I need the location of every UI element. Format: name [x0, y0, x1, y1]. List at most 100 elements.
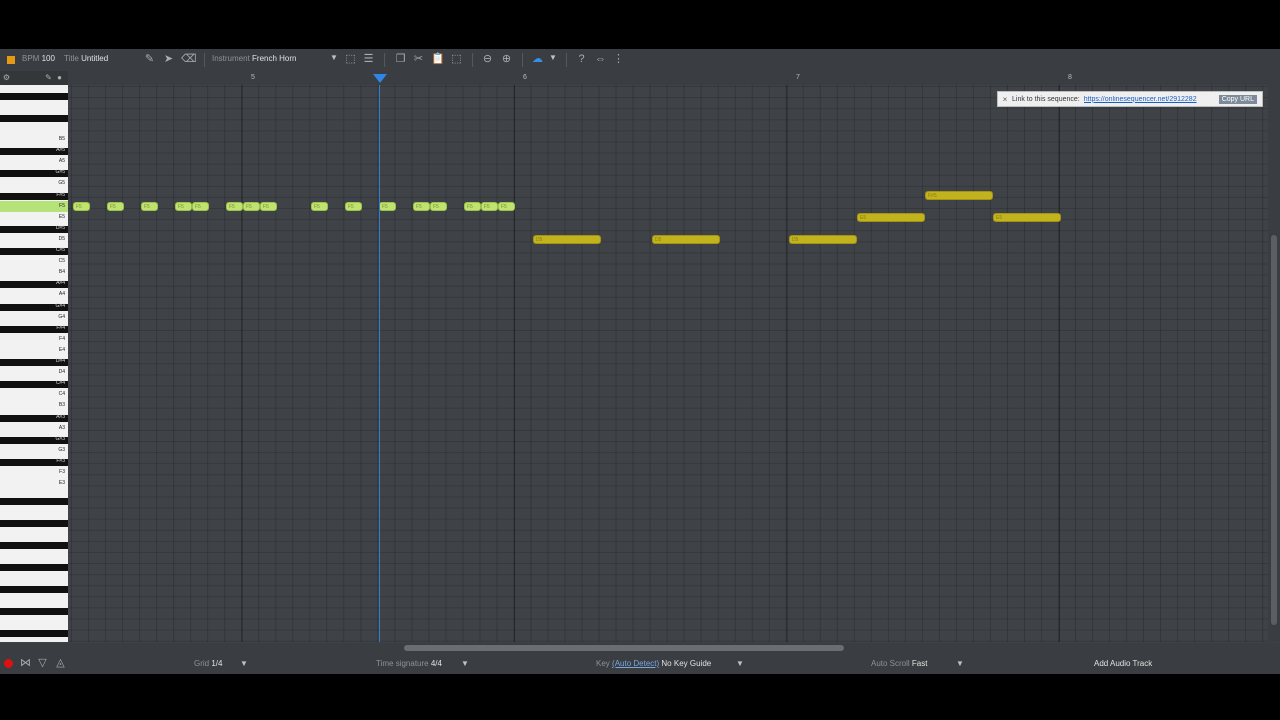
note-grid[interactable]: F5 F5 F5 F5 F5 F5 F5 F5 F5 F5 F5 F5 F5 F… — [68, 85, 1268, 642]
share-link-box: × Link to this sequence: https://onlines… — [997, 91, 1263, 107]
note[interactable]: F5 — [175, 202, 192, 211]
note[interactable]: F5 — [430, 202, 447, 211]
vertical-scrollbar[interactable] — [1268, 85, 1280, 642]
pencil-icon[interactable]: ✎ — [143, 53, 156, 66]
select-region-icon[interactable]: ⬚ — [344, 53, 357, 66]
note[interactable]: D5 — [533, 235, 601, 244]
key-dropdown-icon[interactable]: ▼ — [736, 659, 744, 668]
metronome-icon[interactable]: ⋈ — [19, 657, 32, 670]
note[interactable]: F5 — [413, 202, 430, 211]
autoscroll-select[interactable]: Auto Scroll Fast — [871, 659, 927, 668]
playhead-marker-icon[interactable] — [373, 74, 387, 83]
piano-key-label: E4 — [58, 346, 65, 353]
piano-key-label: D5 — [58, 235, 65, 242]
paste-icon[interactable]: 📋 — [431, 53, 445, 66]
more-menu-icon[interactable]: ⋮ — [612, 53, 625, 66]
cloud-dropdown-icon[interactable]: ▼ — [549, 53, 557, 62]
piano-key-label: C5 — [58, 258, 65, 265]
title-value[interactable]: Untitled — [81, 54, 108, 63]
piano-key-label: G3 — [58, 446, 65, 453]
piano-black-key[interactable] — [0, 564, 68, 571]
timesig-value[interactable]: 4/4 — [431, 659, 442, 668]
note[interactable]: F5 — [243, 202, 260, 211]
copy-icon[interactable]: ❐ — [394, 53, 407, 66]
cloud-upload-icon[interactable]: ☁ — [531, 53, 544, 66]
piano-key-label: G#4 — [55, 302, 65, 309]
piano-key-label: A#3 — [56, 413, 65, 420]
note[interactable]: E5 — [857, 213, 925, 222]
grid-select[interactable]: Grid 1/4 — [194, 659, 222, 668]
piano-key-label: F5 — [59, 202, 65, 209]
piano-black-key[interactable] — [0, 586, 68, 593]
note[interactable]: F5 — [345, 202, 362, 211]
horizontal-scroll-thumb[interactable] — [404, 645, 844, 651]
piano-key-label: D#4 — [55, 358, 65, 364]
settings-icon[interactable]: ⇔ — [594, 53, 607, 66]
note[interactable]: F5 — [107, 202, 124, 211]
note[interactable]: F5 — [260, 202, 277, 211]
piano-key-label: C4 — [58, 391, 65, 398]
note[interactable]: F5 — [379, 202, 396, 211]
record-small-icon[interactable]: ● — [53, 71, 66, 84]
auto-detect-link[interactable]: (Auto Detect) — [612, 659, 659, 668]
piano-black-key[interactable] — [0, 542, 68, 549]
note[interactable]: F5 — [192, 202, 209, 211]
key-value[interactable]: No Key Guide — [661, 659, 711, 668]
record-icon[interactable] — [4, 659, 13, 668]
select-all-icon[interactable]: ⬚ — [450, 53, 463, 66]
instrument-value[interactable]: French Horn — [252, 54, 296, 63]
mixer-icon[interactable]: ☰ — [362, 53, 375, 66]
note[interactable]: F5 — [498, 202, 515, 211]
color-swatch-icon[interactable] — [7, 56, 15, 64]
note[interactable]: F5 — [226, 202, 243, 211]
grid-value[interactable]: 1/4 — [211, 659, 222, 668]
bpm-value[interactable]: 100 — [42, 54, 55, 63]
copy-url-button[interactable]: Copy URL — [1218, 94, 1258, 104]
close-icon[interactable]: × — [998, 95, 1012, 104]
note[interactable]: F5 — [464, 202, 481, 211]
horizontal-scrollbar[interactable] — [0, 643, 1280, 653]
grid-dropdown-icon[interactable]: ▼ — [240, 659, 248, 668]
note[interactable]: E5 — [993, 213, 1061, 222]
zoom-in-icon[interactable]: ⊕ — [500, 53, 513, 66]
piano-key-label: F3 — [59, 469, 65, 475]
timeline-ruler[interactable]: 5 6 7 8 — [0, 71, 1280, 85]
instrument-select[interactable]: Instrument French Horn — [212, 54, 297, 63]
tempo-icon[interactable]: ◬ — [54, 657, 67, 670]
note[interactable]: D5 — [652, 235, 720, 244]
eraser-icon[interactable]: ⌫ — [181, 53, 197, 66]
piano-black-key[interactable] — [0, 93, 68, 100]
timesig-select[interactable]: Time signature 4/4 — [376, 659, 442, 668]
note[interactable]: D5 — [789, 235, 857, 244]
note[interactable]: F5 — [311, 202, 328, 211]
autoscroll-dropdown-icon[interactable]: ▼ — [956, 659, 964, 668]
add-audio-track-button[interactable]: Add Audio Track — [1094, 659, 1152, 668]
share-link-url[interactable]: https://onlinesequencer.net/2912282 — [1084, 96, 1215, 103]
title-field[interactable]: Title Untitled — [64, 54, 108, 63]
piano-black-key[interactable] — [0, 630, 68, 637]
note[interactable]: F5 — [73, 202, 90, 211]
piano-black-key[interactable] — [0, 498, 68, 505]
key-select[interactable]: Key (Auto Detect) No Key Guide — [596, 659, 711, 668]
toolbar: BPM 100 Title Untitled ✎ ➤ ⌫ Instrument … — [0, 49, 1280, 71]
filter-icon[interactable]: ▽ — [36, 657, 49, 670]
autoscroll-value[interactable]: Fast — [912, 659, 928, 668]
cut-icon[interactable]: ✂ — [412, 53, 425, 66]
piano-key-label: E5 — [58, 213, 65, 220]
vertical-scroll-thumb[interactable] — [1271, 235, 1277, 625]
note[interactable]: F5 — [481, 202, 498, 211]
help-icon[interactable]: ? — [575, 53, 588, 66]
note[interactable]: F#5 — [925, 191, 993, 200]
timesig-dropdown-icon[interactable]: ▼ — [461, 659, 469, 668]
zoom-out-icon[interactable]: ⊖ — [481, 53, 494, 66]
piano-black-key[interactable] — [0, 115, 68, 122]
gear-small-icon[interactable]: ⚙ — [0, 71, 13, 84]
note[interactable]: F5 — [141, 202, 158, 211]
piano-key-label: G#3 — [55, 435, 65, 442]
pointer-icon[interactable]: ➤ — [162, 53, 175, 66]
piano-black-key[interactable] — [0, 608, 68, 615]
bpm-field[interactable]: BPM 100 — [22, 54, 55, 63]
instrument-dropdown-icon[interactable]: ▼ — [330, 53, 338, 62]
piano-keyboard[interactable]: B5 A#5 A5 G#5 G5 F#5 F5 E5 D#5 D5 C#5 C5 B4 A#4 A4 G#4 G… — [0, 85, 68, 642]
piano-black-key[interactable] — [0, 520, 68, 527]
